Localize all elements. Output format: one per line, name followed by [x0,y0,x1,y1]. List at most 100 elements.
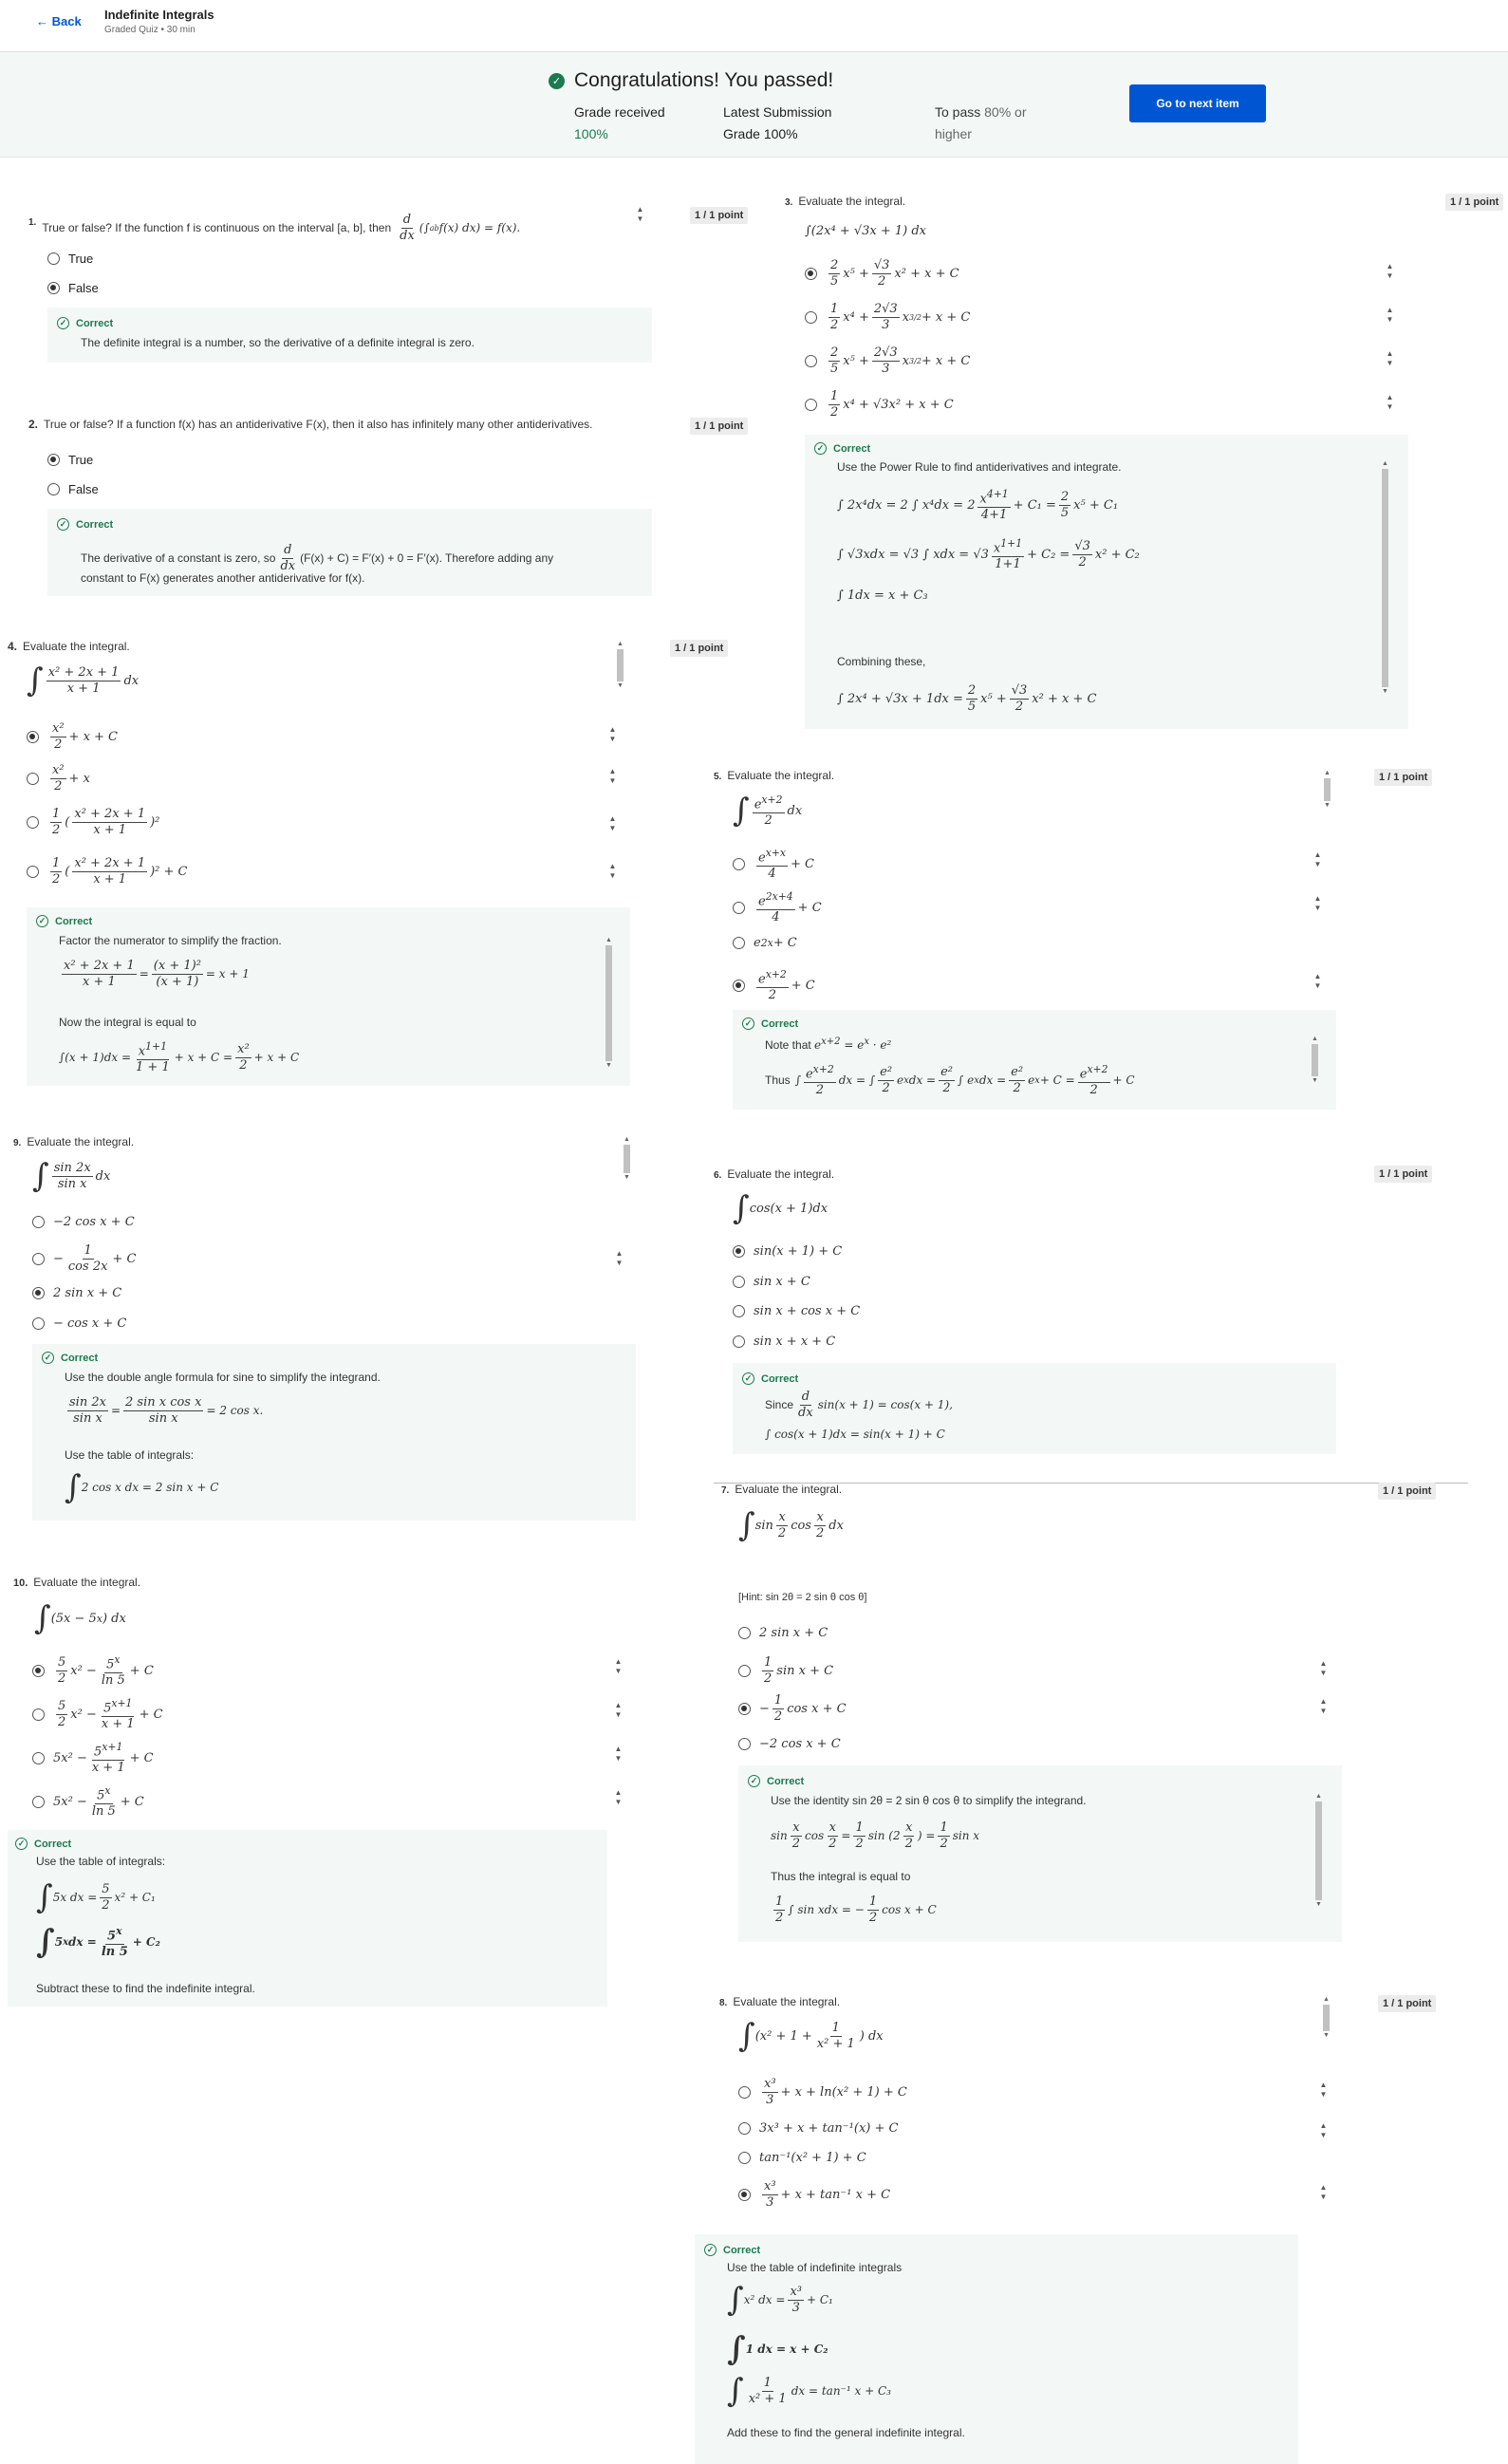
scrollbar[interactable]: ▲ ▼ [1310,1035,1320,1101]
option-3[interactable]: e 2x + C [733,936,797,950]
option-3[interactable]: −1 2 cos x + C [738,1693,847,1724]
radio-button-selected[interactable] [47,282,60,294]
option-false[interactable]: False [47,281,99,295]
stepper[interactable]: ▲ ▼ [1319,1697,1328,1716]
option-4[interactable]: 5x² − 5x ln 5 + C [32,1784,144,1820]
stepper[interactable]: ▲ ▼ [608,767,617,786]
option-2[interactable]: sin x + C [733,1275,810,1289]
passed-title: ✓ Congratulations! You passed! [549,69,833,92]
option-4[interactable]: 1 2 x⁴ + √3x² + x + C [805,389,954,420]
option-true[interactable]: True [47,453,93,467]
stepper[interactable]: ▲ ▼ [608,814,617,833]
feedback-4: ✓ Correct Factor the numerator to simplif… [27,907,630,1086]
integral-expression: ∫ cos(x + 1)dx [733,1189,828,1227]
back-label: Back [51,14,82,28]
option-2[interactable]: x² 2 + x [27,763,90,793]
question-9: 9. Evaluate the integral. [13,1135,135,1148]
question-4: 4. Evaluate the integral. [8,640,130,653]
question-6: 6. Evaluate the integral. [714,1167,835,1181]
stepper[interactable]: ▲ ▼ [1319,1659,1328,1678]
stepper[interactable]: ▲ ▼ [1319,2183,1328,2202]
option-4[interactable]: 1 2(x² + 2x + 1x + 1)² + C [27,856,187,887]
option-1[interactable]: x² 2 + x + C [27,721,118,752]
check-icon: ✓ [748,1775,760,1787]
stepper[interactable]: ▲ ▼ [636,205,644,224]
option-4[interactable]: −2 cos x + C [738,1737,841,1751]
stepper[interactable]: ▲ ▼ [608,862,617,881]
stepper[interactable]: ▲ ▼ [1386,349,1394,368]
option-3[interactable]: 2 5 x⁵ + 2√3 3 x 3/2 + x + C [805,345,970,376]
option-2[interactable]: 1 2 x⁴ + 2√3 3 x 3/2 + x + C [805,302,970,332]
stepper[interactable]: ▲ ▼ [608,725,617,744]
scrollbar[interactable]: ▲ ▼ [615,640,625,706]
stepper[interactable]: ▲ ▼ [615,1249,624,1268]
stepper[interactable]: ▲ ▼ [614,1701,623,1720]
points-badge: 1 / 1 point [1378,1483,1437,1500]
question-1-text: True or false? If the function f is cont… [42,221,392,235]
stepper[interactable]: ▲ ▼ [1313,972,1322,991]
option-4[interactable]: − cos x + C [32,1316,126,1331]
option-1[interactable]: sin(x + 1) + C [733,1244,842,1259]
option-1[interactable]: 5 2 x² − 5x ln 5 + C [32,1653,154,1689]
scrollbar[interactable]: ▲ ▼ [604,936,614,1080]
feedback-1: ✓ Correct The definite integral is a numb… [47,308,652,363]
option-1[interactable]: 2 sin x + C [738,1626,828,1640]
option-1[interactable]: 2 5 x⁵ + √3 2 x² + x + C [805,258,959,289]
check-icon: ✓ [742,1017,754,1030]
stepper[interactable]: ▲ ▼ [614,1745,623,1764]
feedback-2: ✓ Correct The derivative of a constant is… [47,509,652,596]
latest-grade: Latest Submission Grade 100% [723,104,832,141]
scrollbar[interactable]: ▲ ▼ [1321,1995,1331,2056]
option-1[interactable]: −2 cos x + C [32,1215,135,1229]
integral-expression: ∫ sin 2x sin x dx [32,1157,111,1195]
check-icon: ✓ [704,2244,717,2256]
option-true[interactable]: True [47,252,93,266]
option-4[interactable]: x³ 3 + x + tan⁻¹ x + C [738,2179,890,2210]
question-7: 7. Evaluate the integral. [721,1483,843,1496]
back-button[interactable]: ← Back [36,14,82,28]
stepper[interactable]: ▲ ▼ [1313,850,1322,869]
question-10: 10. Evaluate the integral. [13,1576,141,1589]
option-2[interactable]: −1 cos 2x + C [32,1243,136,1274]
option-3[interactable]: sin x + cos x + C [733,1304,860,1318]
option-2[interactable]: 3x³ + x + tan⁻¹(x) + C [738,2121,898,2136]
option-3[interactable]: tan⁻¹(x² + 1) + C [738,2151,866,2165]
option-1[interactable]: ex+x 4 + C [733,847,814,882]
stepper[interactable]: ▲ ▼ [1313,894,1322,913]
option-4[interactable]: sin x + x + C [733,1335,835,1349]
points-badge: 1 / 1 point [1374,1166,1433,1183]
question-1: 1. True or false? If the function f is c… [28,213,521,243]
option-4[interactable]: ex+2 2 + C [733,968,815,1003]
stepper[interactable]: ▲ ▼ [1386,306,1394,325]
option-2[interactable]: 1 2 sin x + C [738,1655,833,1686]
integral-expression: ∫ (x² + 1 + 1 x² + 1) dx [738,2017,884,2055]
check-icon: ✓ [814,442,827,455]
check-icon: ✓ [15,1838,28,1850]
option-3[interactable]: 5x² − 5x+1 x + 1 + C [32,1741,154,1776]
arrow-left-icon: ← [36,14,48,28]
stepper[interactable]: ▲ ▼ [1319,2081,1328,2100]
stepper[interactable]: ▲ ▼ [1319,2121,1328,2140]
option-1[interactable]: x³ 3 + x + ln(x² + 1) + C [738,2077,907,2107]
stepper[interactable]: ▲ ▼ [1386,393,1394,412]
scrollbar[interactable]: ▲ ▼ [1380,459,1390,710]
next-item-button[interactable]: Go to next item [1129,84,1266,122]
option-2[interactable]: e2x+4 4 + C [733,890,822,925]
scrollbar[interactable]: ▲ ▼ [1313,1792,1324,1934]
option-3[interactable]: 2 sin x + C [32,1286,121,1300]
stepper[interactable]: ▲ ▼ [1386,262,1394,281]
stepper[interactable]: ▲ ▼ [614,1657,623,1676]
integral-expression: ∫ ex+2 2 dx [733,792,803,831]
hint: [Hint: sin 2θ = 2 sin θ cos θ] [738,1592,867,1603]
scrollbar[interactable]: ▲ ▼ [1322,769,1332,816]
radio-button[interactable] [47,252,60,265]
option-3[interactable]: 1 2(x² + 2x + 1x + 1)² [27,807,159,837]
option-2[interactable]: 5 2 x² − 5x+1 x + 1 + C [32,1697,163,1732]
scrollbar[interactable]: ▲ ▼ [622,1135,632,1198]
stepper[interactable]: ▲ ▼ [614,1788,623,1807]
option-false[interactable]: False [47,482,99,496]
feedback-8: ✓ Correct Use the table of indefinite int… [695,2234,1298,2464]
feedback-6: ✓ Correct Since d dx sin(x + 1) = cos(x + 1)… [733,1363,1336,1454]
check-icon: ✓ [57,518,69,531]
points-badge: 1 / 1 point [690,207,749,224]
